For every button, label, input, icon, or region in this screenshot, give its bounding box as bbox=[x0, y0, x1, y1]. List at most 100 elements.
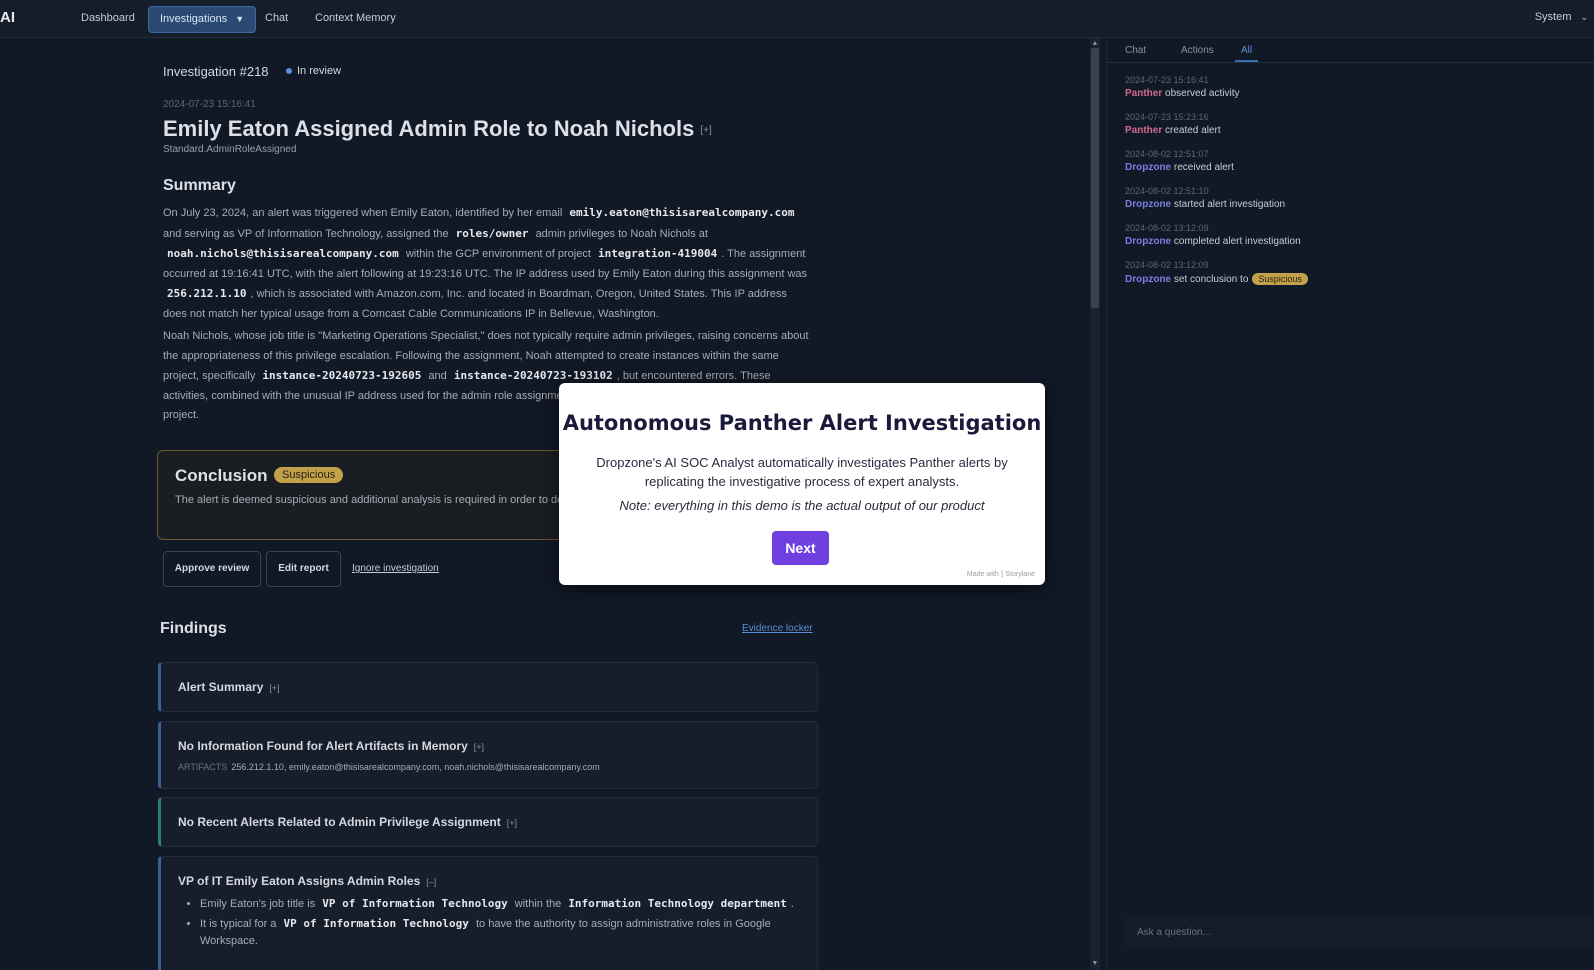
event-desc: Dropzone started alert investigation bbox=[1125, 199, 1285, 210]
event-text: created alert bbox=[1165, 125, 1221, 136]
summary-paragraph-1: On July 23, 2024, an alert was triggered… bbox=[163, 203, 813, 324]
event-text: completed alert investigation bbox=[1173, 236, 1301, 247]
event-desc: Dropzone received alert bbox=[1125, 162, 1234, 173]
code-instance: instance-20240723-192605 bbox=[262, 369, 422, 382]
finding-title-text: VP of IT Emily Eaton Assigns Admin Roles bbox=[178, 874, 421, 888]
code-department: Information Technology department bbox=[568, 897, 787, 910]
evidence-locker-link[interactable]: Evidence locker bbox=[742, 623, 813, 634]
made-with-label[interactable]: Made with ⟆ Storylane bbox=[967, 570, 1035, 578]
modal-description: Dropzone's AI SOC Analyst automatically … bbox=[596, 455, 1008, 489]
timeline-event: 2024-07-23 15:16:41 Panther observed acti… bbox=[1125, 75, 1240, 99]
bullet-text: Emily Eaton's job title is bbox=[200, 898, 316, 910]
findings-heading: Findings bbox=[160, 620, 227, 637]
code-project: integration-419004 bbox=[597, 247, 718, 260]
timeline-event: 2024-08-02 13:12:09 Dropzone set conclusi… bbox=[1125, 260, 1308, 285]
summary-text: and serving as VP of Information Technol… bbox=[163, 227, 449, 240]
system-menu[interactable]: System ⌄ bbox=[1535, 11, 1588, 23]
finding-card-alert-summary[interactable]: Alert Summary [+] bbox=[158, 662, 818, 712]
event-text: started alert investigation bbox=[1173, 199, 1286, 210]
title-expand-toggle[interactable]: [+] bbox=[700, 125, 711, 136]
artifacts-values: 256.212.1.10, emily.eaton@thisisarealcom… bbox=[231, 762, 600, 772]
finding-title-text: No Information Found for Alert Artifacts… bbox=[178, 739, 468, 753]
code-email: emily.eaton@thisisarealcompany.com bbox=[569, 206, 795, 219]
tab-all[interactable]: All bbox=[1235, 45, 1259, 62]
finding-card-vp-it[interactable]: VP of IT Emily Eaton Assigns Admin Roles… bbox=[158, 856, 818, 970]
chevron-down-icon: ⌄ bbox=[1580, 12, 1588, 22]
event-desc: Dropzone set conclusion to Suspicious bbox=[1125, 273, 1308, 285]
event-desc: Dropzone completed alert investigation bbox=[1125, 236, 1301, 247]
next-button[interactable]: Next bbox=[772, 531, 829, 565]
event-actor: Panther bbox=[1125, 125, 1163, 136]
nav-chat[interactable]: Chat bbox=[254, 6, 299, 31]
status-badge: Suspicious bbox=[1252, 273, 1308, 285]
event-actor: Dropzone bbox=[1125, 274, 1172, 285]
timeline-event: 2024-08-02 13:12:09 Dropzone completed al… bbox=[1125, 223, 1301, 247]
expand-toggle[interactable]: [+] bbox=[474, 742, 484, 752]
nav-dashboard[interactable]: Dashboard bbox=[70, 6, 146, 31]
summary-text: within the GCP environment of project bbox=[405, 248, 591, 260]
bullet-text: It is typical for a bbox=[200, 918, 277, 930]
finding-title: VP of IT Emily Eaton Assigns Admin Roles… bbox=[178, 874, 436, 888]
event-time: 2024-08-02 13:12:09 bbox=[1125, 260, 1209, 270]
ignore-investigation-link[interactable]: Ignore investigation bbox=[352, 563, 439, 574]
event-time: 2024-08-02 12:51:10 bbox=[1125, 186, 1209, 196]
investigation-heading: Investigation #218 bbox=[163, 64, 269, 79]
conclusion-badge: Suspicious bbox=[274, 467, 344, 483]
event-time: 2024-07-23 15:23:16 bbox=[1125, 112, 1209, 122]
event-desc: Panther created alert bbox=[1125, 125, 1221, 136]
summary-text: , which is associated with Amazon.com, I… bbox=[163, 288, 787, 320]
finding-title-text: Alert Summary bbox=[178, 680, 264, 694]
event-text: observed activity bbox=[1165, 88, 1240, 99]
summary-text: and bbox=[428, 370, 447, 382]
top-navigation: AI Dashboard Investigations ▼ Chat Contex… bbox=[0, 0, 1594, 38]
event-actor: Dropzone bbox=[1125, 162, 1172, 173]
nav-investigations[interactable]: Investigations ▼ bbox=[148, 6, 257, 33]
event-text: received alert bbox=[1173, 162, 1234, 173]
timeline-event: 2024-08-02 12:51:10 Dropzone started aler… bbox=[1125, 186, 1285, 210]
expand-toggle[interactable]: [+] bbox=[269, 683, 279, 693]
finding-title: No Information Found for Alert Artifacts… bbox=[178, 739, 484, 753]
modal-title: Autonomous Panther Alert Investigation bbox=[562, 411, 1042, 435]
conclusion-heading: Conclusion bbox=[175, 466, 268, 485]
finding-card-no-recent-alerts[interactable]: No Recent Alerts Related to Admin Privil… bbox=[158, 797, 818, 847]
code-instance: instance-20240723-193102 bbox=[453, 369, 613, 382]
page-title: Emily Eaton Assigned Admin Role to Noah … bbox=[163, 116, 712, 142]
finding-card-no-memory[interactable]: No Information Found for Alert Artifacts… bbox=[158, 721, 818, 789]
scrollbar-thumb[interactable] bbox=[1091, 48, 1099, 308]
event-actor: Dropzone bbox=[1125, 236, 1172, 247]
event-time: 2024-07-23 15:16:41 bbox=[1125, 75, 1209, 85]
approve-review-button[interactable]: Approve review bbox=[163, 551, 261, 587]
ask-question-box bbox=[1125, 916, 1594, 948]
scroll-up-icon[interactable]: ▲ bbox=[1090, 40, 1100, 47]
scroll-down-icon[interactable]: ▼ bbox=[1090, 960, 1100, 967]
status-label: In review bbox=[297, 65, 342, 77]
finding-title: No Recent Alerts Related to Admin Privil… bbox=[178, 815, 517, 829]
code-email: noah.nichols@thisisarealcompany.com bbox=[167, 247, 399, 260]
nav-investigations-label: Investigations bbox=[160, 13, 228, 25]
tab-chat[interactable]: Chat bbox=[1125, 45, 1146, 60]
collapse-toggle[interactable]: [–] bbox=[426, 877, 436, 887]
page-title-text: Emily Eaton Assigned Admin Role to Noah … bbox=[163, 116, 695, 141]
status-dot-icon bbox=[286, 68, 292, 75]
ask-question-input[interactable] bbox=[1125, 916, 1589, 948]
activity-panel: Chat Actions All 2024-07-23 15:16:41 Pant… bbox=[1106, 38, 1594, 970]
tab-actions[interactable]: Actions bbox=[1181, 45, 1214, 60]
summary-text: On July 23, 2024, an alert was triggered… bbox=[163, 207, 563, 219]
edit-report-button[interactable]: Edit report bbox=[266, 551, 341, 587]
expand-toggle[interactable]: [+] bbox=[507, 818, 517, 828]
list-item: Emily Eaton's job title is VP of Informa… bbox=[200, 895, 800, 913]
event-actor: Dropzone bbox=[1125, 199, 1172, 210]
timeline-event: 2024-07-23 15:23:16 Panther created alert bbox=[1125, 112, 1221, 136]
event-time: 2024-08-02 12:51:07 bbox=[1125, 149, 1209, 159]
nav-context-memory[interactable]: Context Memory bbox=[304, 6, 407, 31]
artifacts-line: ARTIFACTS 256.212.1.10, emily.eaton@thisi… bbox=[178, 762, 600, 772]
code-title: VP of Information Technology bbox=[283, 917, 469, 930]
finding-bullets: Emily Eaton's job title is VP of Informa… bbox=[178, 895, 800, 952]
status-badge: In review bbox=[286, 65, 341, 77]
event-text: set conclusion to bbox=[1173, 274, 1249, 285]
code-title: VP of Information Technology bbox=[322, 897, 508, 910]
bullet-text: . bbox=[790, 898, 794, 910]
app-logo[interactable]: AI bbox=[0, 9, 15, 26]
list-item: It is typical for a VP of Information Te… bbox=[200, 915, 800, 950]
summary-heading: Summary bbox=[163, 177, 236, 194]
